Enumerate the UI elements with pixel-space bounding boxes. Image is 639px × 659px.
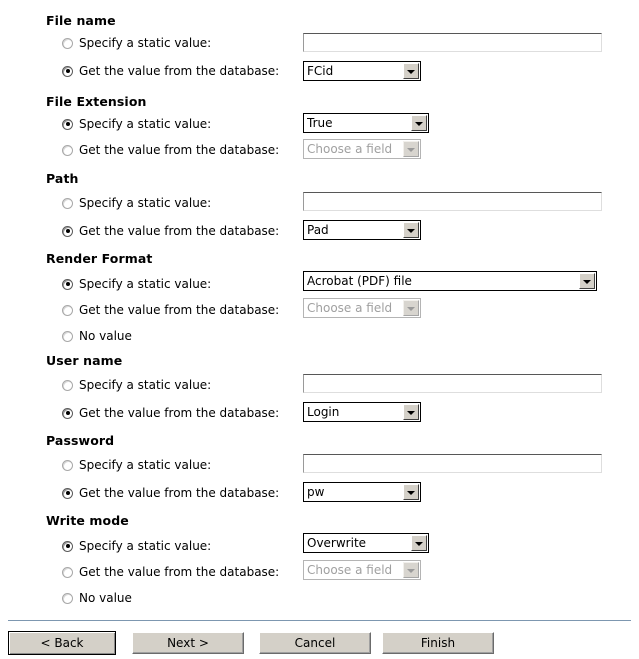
label-user-name-database: Get the value from the database: — [79, 406, 280, 420]
group-title-password: Password — [46, 433, 115, 448]
wizard-form-area: File name Specify a static value: Get th… — [0, 0, 639, 610]
chevron-down-icon[interactable] — [411, 535, 427, 551]
input-user-name-static[interactable] — [303, 374, 602, 393]
radio-file-extension-database[interactable] — [62, 144, 73, 156]
group-title-file-extension: File Extension — [46, 94, 147, 109]
label-file-extension-database: Get the value from the database: — [79, 143, 280, 157]
select-file-extension-static[interactable]: True — [303, 113, 429, 133]
radio-password-database[interactable] — [62, 487, 73, 499]
select-file-extension-database[interactable]: Choose a field — [303, 139, 421, 159]
label-file-name-database: Get the value from the database: — [79, 64, 280, 78]
finish-button[interactable]: Finish — [382, 632, 494, 654]
group-title-user-name: User name — [46, 353, 123, 368]
label-password-database: Get the value from the database: — [79, 486, 280, 500]
radio-user-name-static[interactable] — [62, 379, 73, 391]
radio-file-extension-static[interactable] — [62, 118, 73, 130]
radio-file-name-static[interactable] — [62, 37, 73, 49]
input-password-static[interactable] — [303, 454, 602, 473]
back-button[interactable]: < Back — [8, 631, 116, 655]
select-write-mode-static-value: Overwrite — [307, 536, 367, 550]
select-file-extension-database-value: Choose a field — [307, 142, 393, 156]
select-file-name-database-value: FCid — [307, 64, 334, 78]
radio-path-static[interactable] — [62, 197, 73, 209]
input-path-static[interactable] — [303, 192, 602, 211]
radio-row-render-format-novalue[interactable]: No value — [0, 325, 639, 347]
radio-password-static[interactable] — [62, 459, 73, 471]
input-file-name-static[interactable] — [303, 33, 602, 52]
chevron-down-icon[interactable] — [411, 115, 427, 131]
label-user-name-static: Specify a static value: — [79, 378, 212, 392]
chevron-down-icon[interactable] — [403, 484, 419, 500]
radio-write-mode-static[interactable] — [62, 540, 73, 552]
select-file-extension-static-value: True — [307, 116, 333, 130]
label-password-static: Specify a static value: — [79, 458, 212, 472]
select-file-name-database[interactable]: FCid — [303, 61, 421, 81]
label-file-name-static: Specify a static value: — [79, 36, 212, 50]
chevron-down-icon[interactable] — [403, 141, 419, 157]
group-title-render-format: Render Format — [46, 251, 153, 266]
select-write-mode-database[interactable]: Choose a field — [303, 560, 421, 580]
select-path-database[interactable]: Pad — [303, 220, 421, 240]
select-render-format-static-value: Acrobat (PDF) file — [307, 274, 412, 288]
radio-file-name-database[interactable] — [62, 65, 73, 77]
select-user-name-database[interactable]: Login — [303, 402, 421, 422]
group-title-file-name: File name — [46, 13, 116, 28]
select-render-format-database[interactable]: Choose a field — [303, 298, 421, 318]
radio-render-format-database[interactable] — [62, 304, 73, 316]
cancel-button[interactable]: Cancel — [259, 632, 371, 654]
label-render-format-database: Get the value from the database: — [79, 303, 280, 317]
radio-render-format-static[interactable] — [62, 278, 73, 290]
group-title-path: Path — [46, 171, 79, 186]
select-write-mode-static[interactable]: Overwrite — [303, 533, 429, 553]
radio-row-write-mode-novalue[interactable]: No value — [0, 587, 639, 609]
select-password-database-value: pw — [307, 485, 325, 499]
label-render-format-novalue: No value — [79, 329, 132, 343]
label-write-mode-novalue: No value — [79, 591, 132, 605]
group-title-write-mode: Write mode — [46, 513, 129, 528]
chevron-down-icon[interactable] — [403, 63, 419, 79]
chevron-down-icon[interactable] — [403, 222, 419, 238]
radio-user-name-database[interactable] — [62, 407, 73, 419]
select-write-mode-database-value: Choose a field — [307, 563, 393, 577]
radio-path-database[interactable] — [62, 225, 73, 237]
select-render-format-database-value: Choose a field — [307, 301, 393, 315]
radio-write-mode-database[interactable] — [62, 566, 73, 578]
chevron-down-icon[interactable] — [403, 562, 419, 578]
select-render-format-static[interactable]: Acrobat (PDF) file — [303, 271, 597, 291]
label-path-database: Get the value from the database: — [79, 224, 280, 238]
select-user-name-database-value: Login — [307, 405, 340, 419]
label-write-mode-static: Specify a static value: — [79, 539, 212, 553]
radio-render-format-novalue[interactable] — [62, 330, 73, 342]
label-render-format-static: Specify a static value: — [79, 277, 212, 291]
radio-write-mode-novalue[interactable] — [62, 592, 73, 604]
next-button[interactable]: Next > — [132, 632, 244, 654]
select-password-database[interactable]: pw — [303, 482, 421, 502]
select-path-database-value: Pad — [307, 223, 329, 237]
label-write-mode-database: Get the value from the database: — [79, 565, 280, 579]
chevron-down-icon[interactable] — [403, 404, 419, 420]
chevron-down-icon[interactable] — [403, 300, 419, 316]
label-path-static: Specify a static value: — [79, 196, 212, 210]
label-file-extension-static: Specify a static value: — [79, 117, 212, 131]
footer-divider — [8, 620, 631, 621]
chevron-down-icon[interactable] — [579, 273, 595, 289]
